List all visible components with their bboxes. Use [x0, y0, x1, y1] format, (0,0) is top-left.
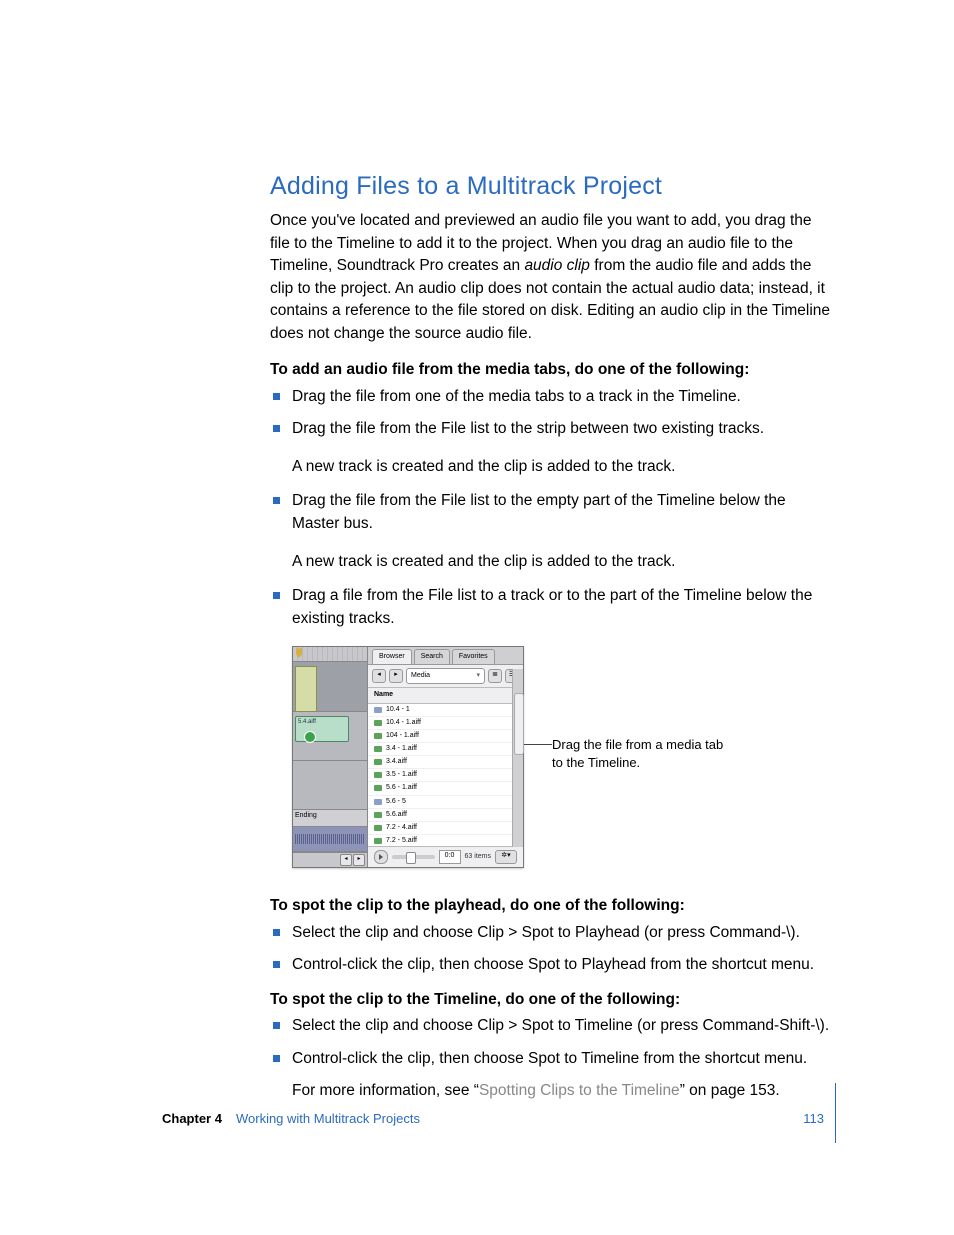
intro-em: audio clip — [524, 257, 590, 274]
subhead-timeline: To spot the clip to the Timeline, do one… — [270, 989, 834, 1011]
playhead-icon — [296, 648, 302, 658]
subhead-add: To add an audio file from the media tabs… — [270, 359, 834, 381]
file-icon — [374, 785, 382, 791]
preview-bar: 0:0 63 items ✲▾ — [368, 847, 523, 867]
drop-clip-label: 5.4.aiff — [298, 719, 316, 725]
file-name: 5.6 - 5 — [386, 797, 406, 807]
file-icon — [374, 825, 382, 831]
scroll-right-icon: ▸ — [353, 854, 365, 866]
list-note: A new track is created and the clip is a… — [292, 456, 834, 478]
subhead-playhead: To spot the clip to the playhead, do one… — [270, 895, 834, 917]
file-name: 10.4 - 1 — [386, 705, 410, 715]
play-icon — [374, 850, 388, 864]
nav-row: ◂ ▸ Media▾ ≣ ☰ — [368, 665, 523, 688]
timeline-ruler — [293, 647, 367, 662]
scroll-thumb — [514, 693, 524, 755]
volume-slider — [392, 855, 435, 859]
intro-paragraph: Once you've located and previewed an aud… — [270, 210, 834, 345]
file-name: 7.2 - 5.aiff — [386, 836, 417, 846]
drop-clip: 5.4.aiff — [295, 716, 349, 742]
waveform-icon — [295, 834, 365, 844]
list-add-cont2: Drag a file from the File list to a trac… — [270, 585, 834, 630]
add-icon — [304, 731, 316, 743]
list-item: Control-click the clip, then choose Spot… — [270, 954, 834, 976]
forward-icon: ▸ — [389, 669, 403, 683]
tab-search: Search — [414, 649, 450, 664]
scroll-left-icon: ◂ — [340, 854, 352, 866]
path-popup: Media ▾ — [406, 668, 485, 684]
section-header: Ending — [293, 810, 367, 827]
file-name: 10.4 - 1.aiff — [386, 718, 421, 728]
page-number: 113 — [803, 1110, 824, 1129]
section-heading: Adding Files to a Multitrack Project — [270, 168, 834, 204]
path-label: Media — [411, 671, 430, 681]
back-icon: ◂ — [372, 669, 386, 683]
audio-clip — [295, 666, 317, 712]
list-timeline: Select the clip and choose Clip > Spot t… — [270, 1015, 834, 1070]
browser-panel: Browser Search Favorites ◂ ▸ Media▾ ≣ ☰ … — [368, 647, 523, 867]
screenshot: 5.4.aiff Ending ◂ ▸ Browser Search Favor… — [292, 646, 524, 868]
chapter-label: Chapter 4 — [162, 1110, 222, 1129]
timeline-track — [293, 761, 367, 810]
more-b: ” on page 153. — [680, 1082, 780, 1099]
file-name: 3.5 - 1.aiff — [386, 770, 417, 780]
time-display: 0:0 — [439, 850, 461, 864]
file-name: 5.6.aiff — [386, 810, 407, 820]
file-icon — [374, 746, 382, 752]
audio-clip — [293, 827, 367, 851]
view-icon: ≣ — [488, 669, 502, 683]
file-icon — [374, 772, 382, 778]
page-footer: Chapter 4 Working with Multitrack Projec… — [162, 1110, 834, 1129]
timeline-track: 5.4.aiff — [293, 712, 367, 761]
timeline-pane: 5.4.aiff Ending ◂ ▸ — [293, 647, 368, 867]
chapter-title: Working with Multitrack Projects — [236, 1110, 420, 1129]
file-name: 3.4.aiff — [386, 757, 407, 767]
scroll-bar — [512, 669, 523, 847]
file-name: 3.4 - 1.aiff — [386, 744, 417, 754]
list-add: Drag the file from one of the media tabs… — [270, 386, 834, 441]
folder-icon — [374, 799, 382, 805]
chevron-down-icon: ▾ — [476, 671, 480, 681]
tab-favorites: Favorites — [452, 649, 495, 664]
timeline-track — [293, 827, 367, 852]
list-item: Select the clip and choose Clip > Spot t… — [270, 1015, 834, 1037]
more-info: For more information, see “Spotting Clip… — [292, 1080, 834, 1102]
scroll-bar: ◂ ▸ — [293, 852, 367, 867]
file-list: 10.4 - 1 10.4 - 1.aiff 104 - 1.aiff 3.4 … — [368, 704, 523, 848]
more-a: For more information, see “ — [292, 1082, 479, 1099]
file-icon — [374, 720, 382, 726]
list-add-cont: Drag the file from the File list to the … — [270, 490, 834, 535]
file-name: 5.6 - 1.aiff — [386, 783, 417, 793]
list-item: Drag the file from the File list to the … — [270, 418, 834, 440]
action-popup: ✲▾ — [495, 850, 517, 864]
folder-icon — [374, 707, 382, 713]
list-item: Drag a file from the File list to a trac… — [270, 585, 834, 630]
tab-browser: Browser — [372, 649, 412, 664]
figure-callout: Drag the file from a media tab to the Ti… — [552, 736, 732, 771]
callout-leader — [524, 744, 552, 745]
file-icon — [374, 838, 382, 844]
item-count: 63 items — [465, 852, 491, 862]
list-item: Drag the file from one of the media tabs… — [270, 386, 834, 408]
file-icon — [374, 759, 382, 765]
file-icon — [374, 733, 382, 739]
tab-bar: Browser Search Favorites — [368, 647, 523, 665]
list-item: Control-click the clip, then choose Spot… — [270, 1048, 834, 1070]
file-icon — [374, 812, 382, 818]
list-item: Select the clip and choose Clip > Spot t… — [270, 922, 834, 944]
figure: 5.4.aiff Ending ◂ ▸ Browser Search Favor… — [292, 646, 834, 871]
xref-link[interactable]: Spotting Clips to the Timeline — [479, 1082, 680, 1099]
list-item: Drag the file from the File list to the … — [270, 490, 834, 535]
file-name: 7.2 - 4.aiff — [386, 823, 417, 833]
timeline-track — [293, 662, 367, 711]
list-note: A new track is created and the clip is a… — [292, 551, 834, 573]
file-name: 104 - 1.aiff — [386, 731, 419, 741]
list-playhead: Select the clip and choose Clip > Spot t… — [270, 922, 834, 977]
margin-rule — [835, 1083, 836, 1143]
column-header: Name — [368, 688, 523, 703]
